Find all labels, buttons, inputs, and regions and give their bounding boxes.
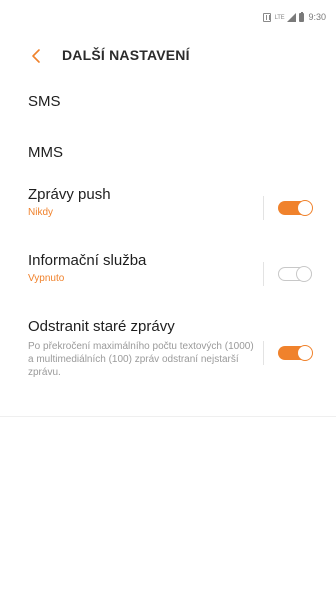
list-item-sms[interactable]: SMS bbox=[0, 84, 336, 135]
list-bottom-divider bbox=[0, 416, 336, 417]
delete-old-messages-toggle[interactable] bbox=[278, 345, 313, 361]
item-title: Odstranit staré zprávy bbox=[28, 318, 175, 335]
info-service-toggle[interactable] bbox=[278, 266, 312, 282]
signal-icon bbox=[287, 13, 297, 22]
app-header: DALŠÍ NASTAVENÍ bbox=[0, 38, 336, 74]
toggle-knob bbox=[297, 200, 313, 216]
vertical-divider bbox=[263, 196, 264, 220]
status-bar: LTE 9:30 bbox=[0, 0, 336, 34]
lte-icon: LTE bbox=[274, 14, 285, 21]
item-title: MMS bbox=[28, 144, 63, 161]
item-subtitle: Nikdy bbox=[28, 207, 54, 218]
battery-icon bbox=[299, 12, 305, 22]
item-title: Zprávy push bbox=[28, 186, 111, 203]
settings-list: SMS MMS Zprávy push Nikdy Informační slu… bbox=[0, 84, 336, 408]
toggle-knob bbox=[296, 266, 312, 282]
screen: LTE 9:30 DALŠÍ NASTAVENÍ SMS MMS Zprávy … bbox=[0, 0, 336, 591]
list-item-info-service[interactable]: Informační služba Vypnuto bbox=[0, 252, 336, 318]
chevron-left-icon[interactable] bbox=[28, 47, 44, 65]
list-item-push-messages[interactable]: Zprávy push Nikdy bbox=[0, 186, 336, 252]
item-subtitle: Vypnuto bbox=[28, 273, 65, 284]
item-title: Informační služba bbox=[28, 252, 147, 269]
list-item-mms[interactable]: MMS bbox=[0, 135, 336, 186]
vertical-divider bbox=[263, 341, 264, 365]
nfc-icon bbox=[263, 13, 272, 22]
item-text: Zprávy push Nikdy bbox=[28, 186, 111, 219]
page-title: DALŠÍ NASTAVENÍ bbox=[62, 47, 190, 63]
item-text: Informační služba Vypnuto bbox=[28, 252, 146, 285]
item-description: Po překročení maximálního počtu textovýc… bbox=[28, 341, 254, 378]
vertical-divider bbox=[263, 262, 264, 286]
item-title: SMS bbox=[28, 93, 61, 110]
push-messages-toggle[interactable] bbox=[278, 200, 313, 216]
list-item-delete-old-messages[interactable]: Odstranit staré zprávy Po překročení max… bbox=[0, 318, 336, 408]
item-text: Odstranit staré zprávy Po překročení max… bbox=[28, 318, 258, 379]
toggle-knob bbox=[297, 345, 313, 361]
status-icons: LTE 9:30 bbox=[263, 12, 326, 22]
status-time: 9:30 bbox=[308, 12, 326, 22]
